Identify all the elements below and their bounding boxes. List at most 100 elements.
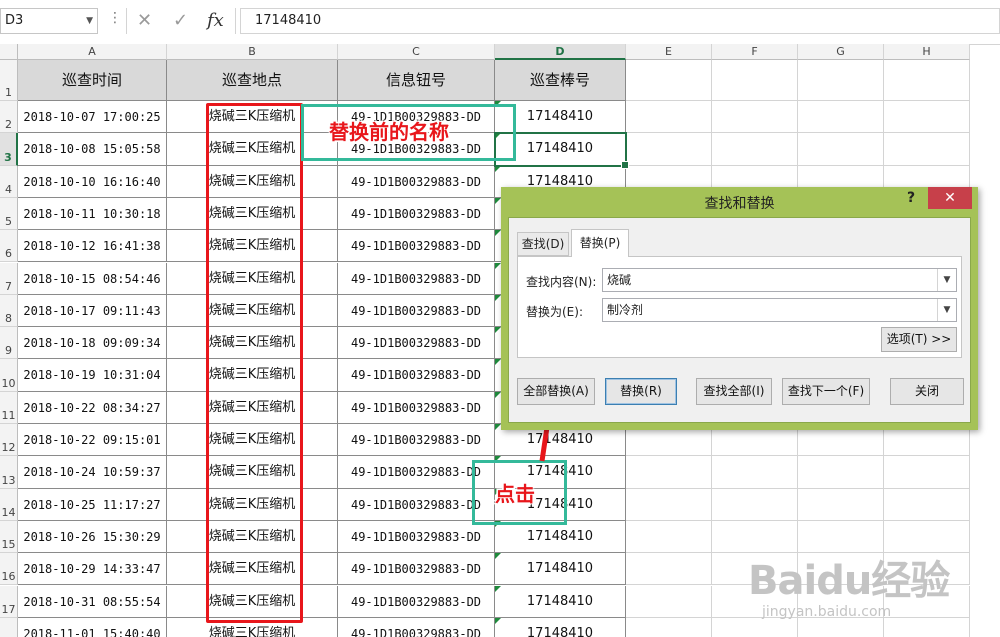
table-cell-code[interactable]: 49-1D1B00329883-DD	[338, 424, 495, 457]
row-header-4[interactable]: 4	[0, 165, 18, 198]
find-input[interactable]: 烧碱 ▼	[602, 268, 957, 292]
cancel-icon[interactable]: ✕	[137, 8, 152, 34]
empty-cell[interactable]	[626, 488, 712, 521]
table-cell-time[interactable]: 2018-10-29 14:33:47	[18, 553, 167, 586]
chevron-down-icon[interactable]: ▼	[86, 9, 93, 33]
table-cell-code[interactable]: 49-1D1B00329883-DD	[338, 553, 495, 586]
empty-cell[interactable]	[884, 133, 970, 166]
table-cell-code[interactable]: 49-1D1B00329883-DD	[338, 391, 495, 424]
table-cell-time[interactable]: 2018-10-18 09:09:34	[18, 327, 167, 360]
replace-button[interactable]: 替换(R)	[605, 378, 677, 405]
empty-cell[interactable]	[626, 60, 712, 101]
table-cell-stick[interactable]: 17148410	[495, 553, 626, 586]
table-cell-code[interactable]: 49-1D1B00329883-DD	[338, 359, 495, 392]
empty-cell[interactable]	[626, 101, 712, 134]
empty-cell[interactable]	[712, 101, 798, 134]
empty-cell[interactable]	[798, 133, 884, 166]
row-header-1[interactable]: 1	[0, 60, 18, 101]
table-cell-time[interactable]: 2018-10-08 15:05:58	[18, 133, 167, 166]
table-cell-code[interactable]: 49-1D1B00329883-DD	[338, 585, 495, 618]
empty-cell[interactable]	[712, 60, 798, 101]
select-all-corner[interactable]	[0, 44, 18, 60]
formula-input[interactable]: 17148410	[240, 8, 1000, 34]
row-header-10[interactable]: 10	[0, 359, 18, 392]
row-header-14[interactable]: 14	[0, 488, 18, 521]
empty-cell[interactable]	[626, 133, 712, 166]
row-header-16[interactable]: 16	[0, 553, 18, 586]
table-cell-code[interactable]: 49-1D1B00329883-DD	[338, 165, 495, 198]
table-cell-code[interactable]: 49-1D1B00329883-DD	[338, 327, 495, 360]
table-cell-time[interactable]: 2018-10-17 09:11:43	[18, 294, 167, 328]
column-header-g[interactable]: G	[798, 44, 884, 60]
column-header-d[interactable]: D	[495, 44, 626, 60]
row-header-6[interactable]: 6	[0, 230, 18, 263]
table-cell-time[interactable]: 2018-10-15 08:54:46	[18, 262, 167, 295]
row-header-15[interactable]: 15	[0, 520, 18, 554]
empty-cell[interactable]	[712, 456, 798, 489]
close-icon[interactable]: ✕	[928, 187, 972, 209]
table-cell-code[interactable]: 49-1D1B00329883-DD	[338, 617, 495, 637]
find-all-button[interactable]: 查找全部(I)	[696, 378, 772, 405]
row-header-7[interactable]: 7	[0, 262, 18, 295]
table-cell-time[interactable]: 2018-10-22 08:34:27	[18, 391, 167, 424]
chevron-down-icon[interactable]: ▼	[937, 269, 956, 291]
row-header-2[interactable]: 2	[0, 101, 18, 134]
fill-handle[interactable]	[621, 160, 629, 169]
empty-cell[interactable]	[884, 488, 970, 521]
chevron-down-icon[interactable]: ▼	[937, 299, 956, 321]
table-cell-time[interactable]: 2018-10-26 15:30:29	[18, 520, 167, 554]
table-cell-time[interactable]: 2018-10-25 11:17:27	[18, 488, 167, 521]
table-cell-code[interactable]: 49-1D1B00329883-DD	[338, 294, 495, 328]
column-header-e[interactable]: E	[626, 44, 712, 60]
empty-cell[interactable]	[626, 617, 712, 637]
table-cell-stick[interactable]: 17148410	[495, 617, 626, 637]
find-next-button[interactable]: 查找下一个(F)	[782, 378, 870, 405]
empty-cell[interactable]	[884, 456, 970, 489]
table-cell-time[interactable]: 2018-10-07 17:00:25	[18, 101, 167, 134]
table-cell-stick[interactable]: 17148410	[495, 520, 626, 554]
replace-all-button[interactable]: 全部替换(A)	[517, 378, 595, 405]
row-header-5[interactable]: 5	[0, 197, 18, 231]
replace-input[interactable]: 制冷剂 ▼	[602, 298, 957, 322]
empty-cell[interactable]	[712, 488, 798, 521]
table-cell-time[interactable]: 2018-10-10 16:16:40	[18, 165, 167, 198]
column-header-h[interactable]: H	[884, 44, 970, 60]
empty-cell[interactable]	[626, 520, 712, 554]
column-header-a[interactable]: A	[18, 44, 167, 60]
enter-icon[interactable]: ✓	[173, 8, 188, 34]
row-header-11[interactable]: 11	[0, 391, 18, 424]
row-header-3[interactable]: 3	[0, 133, 18, 166]
row-header-9[interactable]: 9	[0, 327, 18, 360]
row-header-12[interactable]: 12	[0, 424, 18, 457]
table-cell-time[interactable]: 2018-10-24 10:59:37	[18, 456, 167, 489]
dialog-titlebar[interactable]: 查找和替换 ? ✕	[501, 187, 978, 217]
table-cell-time[interactable]: 2018-10-12 16:41:38	[18, 230, 167, 263]
table-cell-code[interactable]: 49-1D1B00329883-DD	[338, 262, 495, 295]
tab-replace[interactable]: 替换(P)	[571, 229, 629, 257]
row-header-17[interactable]: 17	[0, 585, 18, 618]
empty-cell[interactable]	[626, 456, 712, 489]
row-header-18[interactable]: 18	[0, 617, 18, 637]
table-cell-code[interactable]: 49-1D1B00329883-DD	[338, 197, 495, 231]
empty-cell[interactable]	[626, 553, 712, 586]
table-cell-time[interactable]: 2018-10-19 10:31:04	[18, 359, 167, 392]
empty-cell[interactable]	[798, 456, 884, 489]
table-cell-time[interactable]: 2018-10-31 08:55:54	[18, 585, 167, 618]
empty-cell[interactable]	[798, 488, 884, 521]
column-header-c[interactable]: C	[338, 44, 495, 60]
options-button[interactable]: 选项(T) >>	[881, 327, 957, 352]
empty-cell[interactable]	[798, 60, 884, 101]
table-cell-code[interactable]: 49-1D1B00329883-DD	[338, 520, 495, 554]
empty-cell[interactable]	[884, 101, 970, 134]
table-cell-time[interactable]: 2018-10-11 10:30:18	[18, 197, 167, 231]
empty-cell[interactable]	[712, 133, 798, 166]
row-header-13[interactable]: 13	[0, 456, 18, 489]
table-cell-stick[interactable]: 17148410	[495, 585, 626, 618]
empty-cell[interactable]	[884, 60, 970, 101]
table-cell-code[interactable]: 49-1D1B00329883-DD	[338, 230, 495, 263]
empty-cell[interactable]	[626, 585, 712, 618]
close-button[interactable]: 关闭	[890, 378, 964, 405]
column-header-b[interactable]: B	[167, 44, 338, 60]
insert-function-icon[interactable]: fx	[207, 8, 224, 34]
empty-cell[interactable]	[798, 101, 884, 134]
